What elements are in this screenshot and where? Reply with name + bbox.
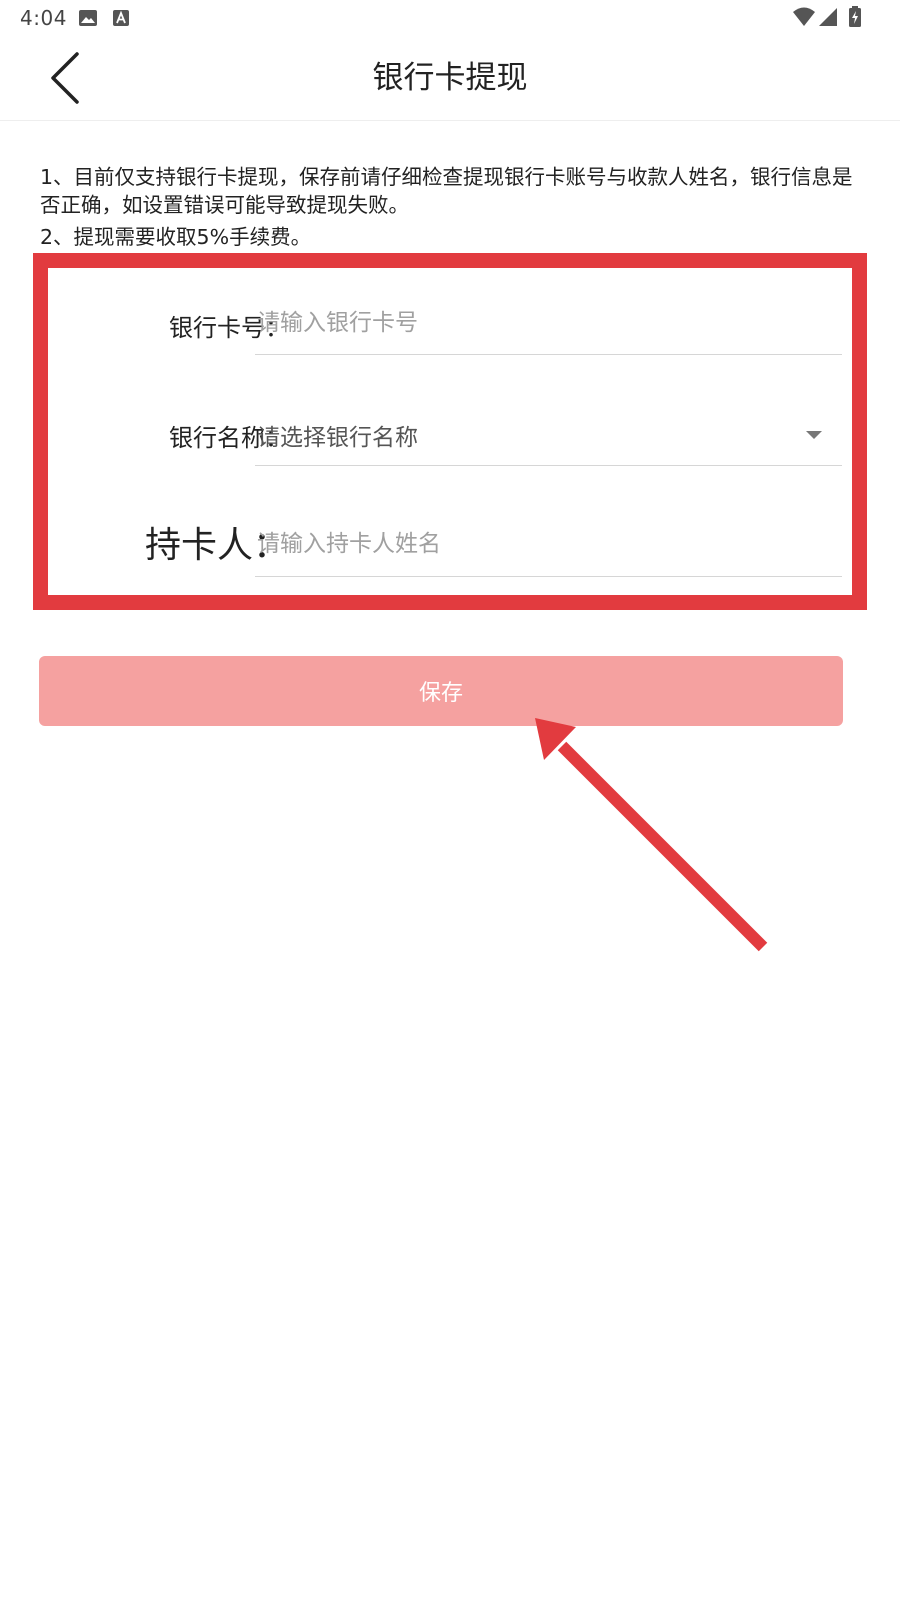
form-highlight-box: 银行卡号： 银行名称： 请选择银行名称 持卡人： xyxy=(33,253,867,610)
card-holder-underline xyxy=(255,576,842,577)
notice-line-2: 2、提现需要收取5%手续费。 xyxy=(40,225,312,249)
withdraw-notice: 1、目前仅支持银行卡提现，保存前请仔细检查提现银行卡账号与收款人姓名，银行信息是… xyxy=(40,163,860,251)
bank-name-underline xyxy=(255,465,842,466)
bank-name-row: 银行名称： 请选择银行名称 xyxy=(48,378,852,488)
dropdown-arrow-icon xyxy=(806,431,822,439)
battery-charging-icon xyxy=(849,6,861,27)
card-number-input[interactable] xyxy=(255,306,844,340)
status-bar: 4:04 xyxy=(0,0,900,36)
app-notification-icon xyxy=(113,10,129,26)
bank-name-select[interactable] xyxy=(255,406,842,466)
card-holder-row: 持卡人： xyxy=(48,488,852,598)
back-button[interactable] xyxy=(40,48,100,108)
chevron-left-icon xyxy=(51,52,79,104)
status-time: 4:04 xyxy=(20,6,67,30)
card-holder-input[interactable] xyxy=(255,526,844,562)
wifi-icon xyxy=(793,7,815,26)
notice-line-1: 1、目前仅支持银行卡提现，保存前请仔细检查提现银行卡账号与收款人姓名，银行信息是… xyxy=(40,165,853,217)
header: 银行卡提现 xyxy=(0,36,900,121)
card-number-underline xyxy=(255,354,842,355)
card-number-row: 银行卡号： xyxy=(48,268,852,378)
image-notification-icon xyxy=(79,10,97,26)
save-button[interactable]: 保存 xyxy=(39,656,843,726)
cell-signal-icon xyxy=(819,8,837,26)
page-title: 银行卡提现 xyxy=(372,60,528,96)
